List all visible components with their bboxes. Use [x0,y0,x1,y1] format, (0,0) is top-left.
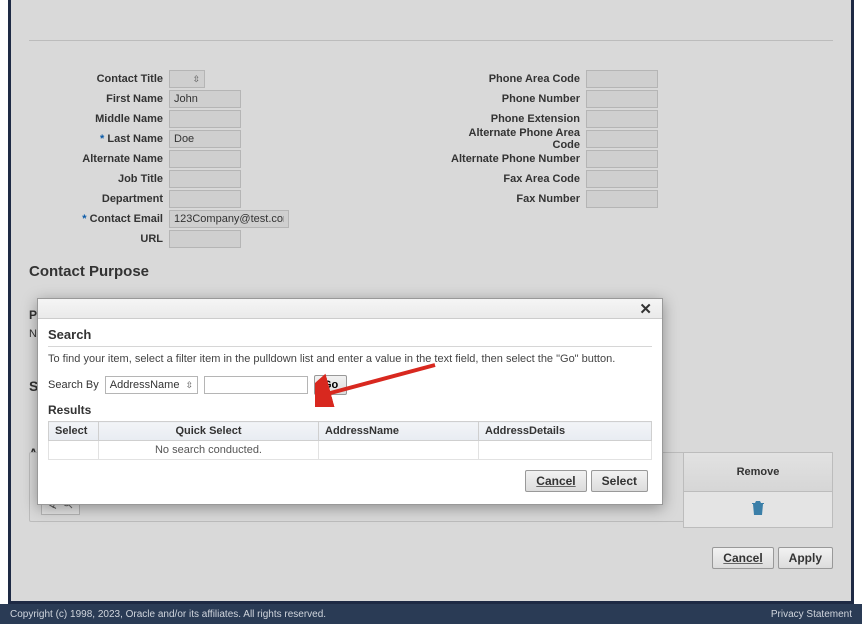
label-contact-title: Contact Title [29,73,169,85]
table-row: No search conducted. [49,441,652,460]
label-department: Department [29,193,169,205]
fax-number-input[interactable] [586,190,658,208]
contact-title-select[interactable]: ⇳ [169,70,205,88]
contact-email-input[interactable] [169,210,289,228]
search-by-select[interactable]: AddressName ⇳ [105,376,198,394]
label-last-name: Last Name [29,133,169,145]
department-input[interactable] [169,190,241,208]
modal-titlebar: ✕ [38,299,662,319]
cancel-button[interactable]: Cancel [712,547,773,569]
page-actions: Cancel Apply [712,547,833,569]
remove-header: Remove [683,452,833,492]
table-header-row: Select Quick Select AddressName AddressD… [49,422,652,441]
label-alt-phone-number: Alternate Phone Number [446,153,586,165]
label-alternate-name: Alternate Name [29,153,169,165]
chevron-updown-icon: ⇳ [185,381,193,389]
apply-button[interactable]: Apply [778,547,833,569]
search-by-value: AddressName [110,379,180,391]
label-contact-email: Contact Email [29,213,169,225]
job-title-input[interactable] [169,170,241,188]
phone-ext-input[interactable] [586,110,658,128]
modal-actions: Cancel Select [48,460,652,492]
modal-help-text: To find your item, select a filter item … [48,353,652,365]
modal-title: Search [48,327,652,347]
go-button[interactable]: Go [314,375,347,395]
middle-name-input[interactable] [169,110,241,128]
results-table: Select Quick Select AddressName AddressD… [48,421,652,460]
close-icon[interactable]: ✕ [639,300,652,318]
contact-form: Contact Title ⇳ First Name Middle Name L… [29,69,833,249]
url-input[interactable] [169,230,241,248]
search-by-label: Search By [48,379,99,391]
col-quick-select: Quick Select [99,422,319,441]
col-address-name: AddressName [319,422,479,441]
remove-column: Remove [683,452,833,530]
behind-label-p: P [29,308,37,322]
privacy-link[interactable]: Privacy Statement [771,609,852,620]
label-phone-ext: Phone Extension [446,113,586,125]
chevron-updown-icon: ⇳ [192,75,200,83]
results-heading: Results [48,403,652,417]
label-phone-number: Phone Number [446,93,586,105]
contact-purpose-heading: Contact Purpose [29,263,833,280]
modal-cancel-button[interactable]: Cancel [525,470,586,492]
label-fax-number: Fax Number [446,193,586,205]
label-alt-phone-area: Alternate Phone Area Code [446,127,586,151]
first-name-input[interactable] [169,90,241,108]
col-select: Select [49,422,99,441]
divider [29,40,833,41]
search-input[interactable] [204,376,308,394]
alt-phone-area-input[interactable] [586,130,658,148]
alternate-name-input[interactable] [169,150,241,168]
label-fax-area: Fax Area Code [446,173,586,185]
phone-number-input[interactable] [586,90,658,108]
copyright-text: Copyright (c) 1998, 2023, Oracle and/or … [10,609,326,620]
label-phone-area: Phone Area Code [446,73,586,85]
label-job-title: Job Title [29,173,169,185]
phone-area-input[interactable] [586,70,658,88]
col-address-details: AddressDetails [479,422,652,441]
empty-message: No search conducted. [99,441,319,460]
behind-label-n: N [29,328,37,340]
remove-cell[interactable] [683,492,833,528]
alt-phone-number-input[interactable] [586,150,658,168]
label-middle-name: Middle Name [29,113,169,125]
trash-icon [751,500,765,519]
label-url: URL [29,233,169,245]
modal-select-button[interactable]: Select [591,470,648,492]
fax-area-input[interactable] [586,170,658,188]
footer: Copyright (c) 1998, 2023, Oracle and/or … [0,604,862,624]
last-name-input[interactable] [169,130,241,148]
label-first-name: First Name [29,93,169,105]
search-modal: ✕ Search To find your item, select a fil… [37,298,663,505]
